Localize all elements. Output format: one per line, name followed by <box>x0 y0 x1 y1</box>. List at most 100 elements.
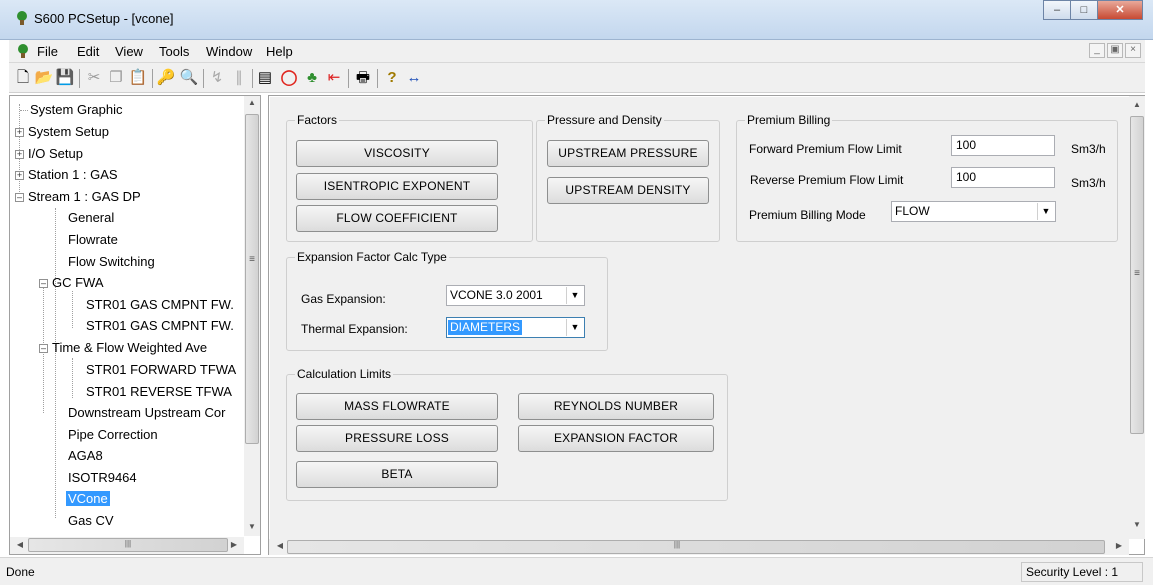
maximize-button[interactable]: □ <box>1070 0 1098 20</box>
find-icon[interactable]: 🔍 <box>179 68 199 88</box>
scroll-down-icon[interactable]: ▼ <box>1129 520 1145 529</box>
grip-icon: ||| <box>673 540 681 549</box>
forward-premium-unit: Sm3/h <box>1071 142 1106 156</box>
tree-item[interactable]: Flowrate <box>58 231 118 249</box>
forward-premium-input[interactable]: 100 <box>951 135 1055 156</box>
open-icon[interactable]: 📂 <box>34 68 54 88</box>
menu-window[interactable]: Window <box>206 44 252 59</box>
scroll-left-icon[interactable]: ◀ <box>12 540 28 549</box>
isentropic-exponent-button[interactable]: ISENTROPIC EXPONENT <box>296 173 498 200</box>
scroll-thumb[interactable] <box>245 114 259 444</box>
tree-item[interactable]: STR01 FORWARD TFWA <box>76 361 236 379</box>
tree-item[interactable]: STR01 REVERSE TFWA <box>76 383 232 401</box>
tree-horizontal-scrollbar[interactable]: ◀ ||| ▶ <box>10 537 244 554</box>
menu-bar: File Edit View Tools Window Help _ ▣ × <box>9 40 1145 63</box>
grip-icon: ≡ <box>249 254 255 265</box>
paste-icon[interactable]: 📋 <box>128 68 148 88</box>
menu-help[interactable]: Help <box>266 44 293 59</box>
mass-flowrate-button[interactable]: MASS FLOWRATE <box>296 393 498 420</box>
tree-item[interactable]: STR01 GAS CMPNT FW. <box>76 296 234 314</box>
premium-billing-mode-value: FLOW <box>895 204 930 218</box>
chevron-down-icon[interactable]: ▼ <box>566 287 583 304</box>
forward-premium-label: Forward Premium Flow Limit <box>749 142 902 156</box>
stop-icon[interactable]: ◯ <box>279 68 299 88</box>
help-icon[interactable]: ? <box>382 68 402 88</box>
scroll-down-icon[interactable]: ▼ <box>244 522 260 531</box>
calculation-limits-legend: Calculation Limits <box>297 367 392 381</box>
upstream-pressure-button[interactable]: UPSTREAM PRESSURE <box>547 140 709 167</box>
tree-item[interactable]: AGA8 <box>58 447 103 465</box>
context-help-icon[interactable]: ↔ <box>404 68 424 88</box>
thermal-expansion-select[interactable]: DIAMETERS ▼ <box>446 317 585 338</box>
gas-expansion-value: VCONE 3.0 2001 <box>450 288 543 302</box>
factors-legend: Factors <box>297 113 338 127</box>
module-icon[interactable]: ▤ <box>255 68 275 88</box>
copy-icon[interactable]: ❐ <box>106 68 126 88</box>
navigation-tree: System Graphic + System Setup + I/O Setup … <box>9 95 261 555</box>
viscosity-button[interactable]: VISCOSITY <box>296 140 498 167</box>
scroll-right-icon[interactable]: ▶ <box>1111 541 1127 550</box>
transfer-icon[interactable]: ⇤ <box>324 68 344 88</box>
tree-item[interactable]: General <box>58 209 114 227</box>
scroll-up-icon[interactable]: ▲ <box>1129 100 1145 109</box>
tree-item[interactable]: Pipe Correction <box>58 426 158 444</box>
tree-item[interactable]: Flow Switching <box>58 253 155 271</box>
security-level: Security Level : 1 <box>1021 562 1143 582</box>
scroll-right-icon[interactable]: ▶ <box>226 540 242 549</box>
reverse-premium-unit: Sm3/h <box>1071 176 1106 190</box>
chevron-down-icon[interactable]: ▼ <box>566 319 583 336</box>
menu-tools[interactable]: Tools <box>159 44 189 59</box>
tree-item[interactable]: ISOTR9464 <box>58 469 137 487</box>
upstream-density-button[interactable]: UPSTREAM DENSITY <box>547 177 709 204</box>
tree-item[interactable]: – GC FWA <box>38 274 104 292</box>
content-horizontal-scrollbar[interactable]: ◀ ||| ▶ <box>269 539 1129 555</box>
menu-view[interactable]: View <box>115 44 143 59</box>
tree-item[interactable]: Downstream Upstream Cor <box>58 404 226 422</box>
tree-item[interactable]: STR01 GAS CMPNT FW. <box>76 317 234 335</box>
content-vertical-scrollbar[interactable]: ▲ ≡ ▼ <box>1129 96 1145 539</box>
print-icon[interactable]: 🖶 <box>353 68 373 88</box>
status-bar: Done Security Level : 1 <box>0 557 1153 585</box>
mdi-minimize-button[interactable]: _ <box>1089 43 1105 58</box>
tree-vertical-scrollbar[interactable]: ▲ ≡ ▼ <box>244 96 260 536</box>
new-icon[interactable]: 🗋 <box>13 68 33 88</box>
scroll-left-icon[interactable]: ◀ <box>272 541 288 550</box>
scroll-up-icon[interactable]: ▲ <box>244 98 260 107</box>
app-icon <box>17 11 27 25</box>
tree-item[interactable]: – Time & Flow Weighted Ave <box>38 339 207 357</box>
reverse-premium-input[interactable]: 100 <box>951 167 1055 188</box>
reverse-premium-label: Reverse Premium Flow Limit <box>750 173 904 187</box>
mdi-restore-button[interactable]: ▣ <box>1107 43 1123 58</box>
tree-icon[interactable]: ♣ <box>302 68 322 88</box>
scroll-thumb[interactable] <box>287 540 1105 554</box>
menu-edit[interactable]: Edit <box>77 44 99 59</box>
chevron-down-icon[interactable]: ▼ <box>1037 203 1054 220</box>
pressure-loss-button[interactable]: PRESSURE LOSS <box>296 425 498 452</box>
flow-coefficient-button[interactable]: FLOW COEFFICIENT <box>296 205 498 232</box>
expansion-factor-button[interactable]: EXPANSION FACTOR <box>518 425 714 452</box>
tree-item[interactable]: System Graphic <box>16 101 122 119</box>
reynolds-number-button[interactable]: REYNOLDS NUMBER <box>518 393 714 420</box>
premium-billing-mode-label: Premium Billing Mode <box>749 208 866 222</box>
tree-item-selected[interactable]: VCone <box>58 490 110 508</box>
document-icon[interactable] <box>15 43 31 59</box>
tree-item[interactable]: + Station 1 : GAS <box>14 166 118 184</box>
gas-expansion-select[interactable]: VCONE 3.0 2001 ▼ <box>446 285 585 306</box>
content-pane: Factors VISCOSITY ISENTROPIC EXPONENT FL… <box>268 95 1145 555</box>
minimize-button[interactable]: – <box>1043 0 1071 20</box>
beta-button[interactable]: BETA <box>296 461 498 488</box>
cut-icon[interactable]: ✂ <box>84 68 104 88</box>
signal-icon[interactable]: ∥ <box>229 68 249 88</box>
tree-item[interactable]: + I/O Setup <box>14 145 83 163</box>
tree-item[interactable]: Gas CV <box>58 512 114 530</box>
mdi-close-button[interactable]: × <box>1125 43 1141 58</box>
key-icon[interactable]: 🔑 <box>156 68 176 88</box>
gas-expansion-label: Gas Expansion: <box>301 292 386 306</box>
close-button[interactable]: ✕ <box>1097 0 1143 20</box>
tree-item[interactable]: – Stream 1 : GAS DP <box>14 188 141 206</box>
connect-icon[interactable]: ↯ <box>207 68 227 88</box>
save-icon[interactable]: 💾 <box>55 68 75 88</box>
premium-billing-mode-select[interactable]: FLOW ▼ <box>891 201 1056 222</box>
menu-file[interactable]: File <box>37 44 58 59</box>
tree-item[interactable]: + System Setup <box>14 123 109 141</box>
